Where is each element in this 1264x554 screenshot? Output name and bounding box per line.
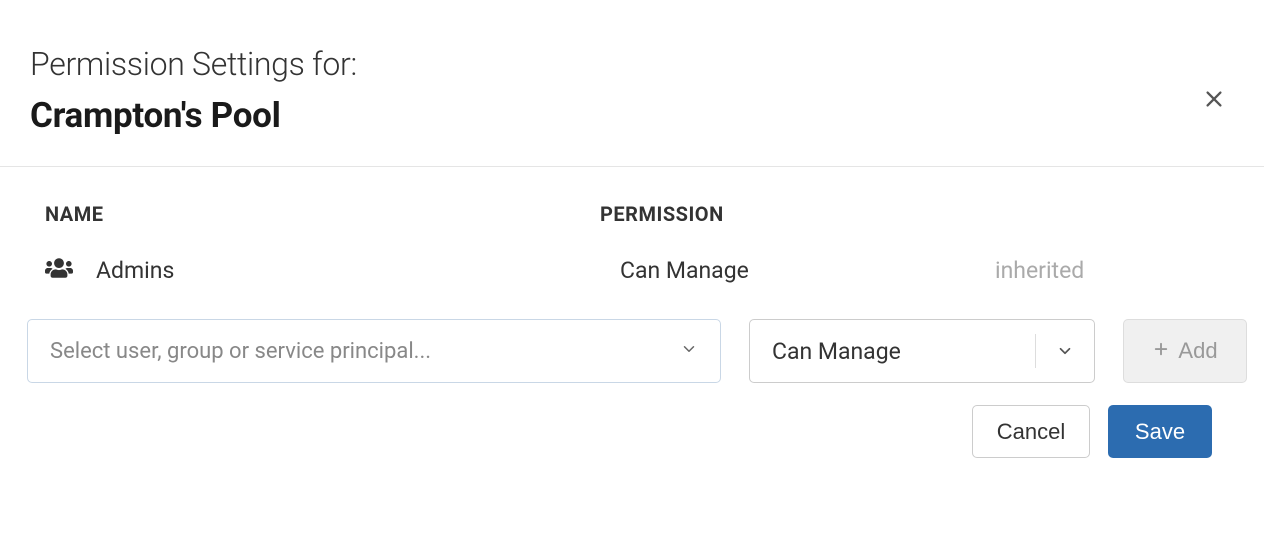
principal-select[interactable]: Select user, group or service principal.…: [27, 319, 721, 383]
plus-icon: [1152, 338, 1170, 364]
close-button[interactable]: [1199, 85, 1229, 115]
permission-settings-dialog: Permission Settings for: Crampton's Pool…: [0, 0, 1264, 458]
cell-permission: Can Manage: [600, 257, 995, 284]
cell-status: inherited: [995, 257, 1234, 284]
cell-name: Admins: [45, 256, 600, 284]
dialog-header: Permission Settings for: Crampton's Pool: [0, 0, 1264, 167]
principal-name: Admins: [91, 257, 174, 284]
cancel-button[interactable]: Cancel: [972, 405, 1090, 458]
header-prefix: Permission Settings for:: [30, 45, 1234, 83]
group-icon: [45, 256, 73, 284]
column-header-name: NAME: [45, 202, 600, 226]
save-button[interactable]: Save: [1108, 405, 1212, 458]
table-row: Admins Can Manage inherited: [45, 256, 1234, 284]
column-header-permission: PERMISSION: [600, 202, 980, 226]
dialog-footer: Cancel Save: [45, 383, 1234, 458]
chevron-down-icon: [1036, 342, 1094, 360]
dialog-body: NAME PERMISSION Admins Can Manage inheri…: [0, 167, 1264, 458]
principal-select-placeholder: Select user, group or service principal.…: [50, 339, 680, 364]
add-button[interactable]: Add: [1123, 319, 1247, 383]
chevron-down-icon: [680, 340, 698, 362]
close-icon: [1203, 88, 1225, 113]
header-title: Crampton's Pool: [30, 95, 1234, 136]
add-principal-controls: Select user, group or service principal.…: [27, 319, 1234, 383]
add-button-label: Add: [1178, 338, 1217, 364]
permission-select[interactable]: Can Manage: [749, 319, 1095, 383]
table-header: NAME PERMISSION: [45, 202, 1234, 226]
permission-select-value: Can Manage: [750, 338, 1035, 365]
